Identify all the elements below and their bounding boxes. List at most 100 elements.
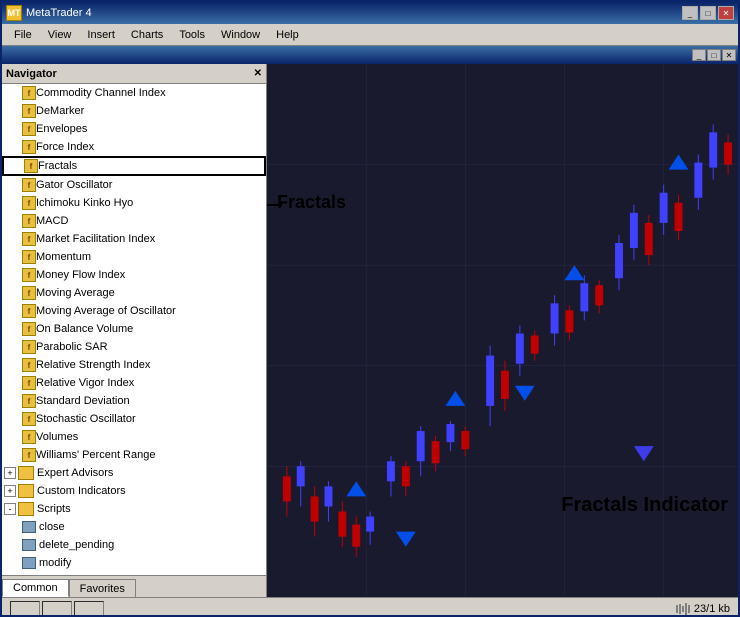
indicator-label: Money Flow Index xyxy=(36,269,125,281)
indicator-icon: f xyxy=(24,159,38,173)
menu-insert[interactable]: Insert xyxy=(79,27,123,43)
folder-icon xyxy=(18,484,34,498)
minimize-button[interactable]: _ xyxy=(682,6,698,20)
list-item[interactable]: f Commodity Channel Index xyxy=(2,84,266,102)
indicator-icon: f xyxy=(22,340,36,354)
list-item[interactable]: f MACD xyxy=(2,212,266,230)
list-item[interactable]: f Force Index xyxy=(2,138,266,156)
indicator-label: Force Index xyxy=(36,141,94,153)
fractals-item[interactable]: f Fractals xyxy=(2,156,266,176)
close-button[interactable]: ✕ xyxy=(718,6,734,20)
list-item[interactable]: f On Balance Volume xyxy=(2,320,266,338)
list-item[interactable]: f Parabolic SAR xyxy=(2,338,266,356)
list-item[interactable]: f Market Facilitation Index xyxy=(2,230,266,248)
indicator-label: Parabolic SAR xyxy=(36,341,108,353)
list-item[interactable]: f Momentum xyxy=(2,248,266,266)
indicator-icon: f xyxy=(22,104,36,118)
script-label: delete_pending xyxy=(39,539,114,551)
chart-area[interactable]: Fractals Fractals Indicator xyxy=(267,64,738,597)
menu-bar: File View Insert Charts Tools Window Hel… xyxy=(2,24,738,46)
list-item[interactable]: f Relative Vigor Index xyxy=(2,374,266,392)
list-item[interactable]: f Moving Average of Oscillator xyxy=(2,302,266,320)
indicator-label: Moving Average xyxy=(36,287,115,299)
indicator-label: Moving Average of Oscillator xyxy=(36,305,176,317)
list-item[interactable]: f Volumes xyxy=(2,428,266,446)
menu-charts[interactable]: Charts xyxy=(123,27,171,43)
indicator-label: Envelopes xyxy=(36,123,87,135)
app-icon: MT xyxy=(6,5,22,21)
status-right: 23/1 kb xyxy=(676,603,730,615)
indicator-icon: f xyxy=(22,412,36,426)
inner-maximize[interactable]: □ xyxy=(707,49,721,61)
list-item[interactable]: f Relative Strength Index xyxy=(2,356,266,374)
indicator-icon: f xyxy=(22,86,36,100)
indicator-icon: f xyxy=(22,286,36,300)
navigator-title: Navigator xyxy=(6,68,57,80)
indicator-icon: f xyxy=(22,214,36,228)
custom-indicators-item[interactable]: + Custom Indicators xyxy=(2,482,266,500)
indicator-icon: f xyxy=(22,322,36,336)
indicator-icon: f xyxy=(22,448,36,462)
list-item[interactable]: f DeMarker xyxy=(2,102,266,120)
indicator-label: Commodity Channel Index xyxy=(36,87,166,99)
scripts-label: Scripts xyxy=(37,503,71,515)
folder-icon xyxy=(18,502,34,516)
expand-icon[interactable]: - xyxy=(4,503,16,515)
list-item[interactable]: delete_pending xyxy=(2,536,266,554)
script-icon xyxy=(22,557,36,569)
indicator-icon: f xyxy=(22,358,36,372)
menu-view[interactable]: View xyxy=(40,27,80,43)
script-icon xyxy=(22,539,36,551)
indicator-icon: f xyxy=(22,232,36,246)
indicator-label: Ichimoku Kinko Hyo xyxy=(36,197,133,209)
status-bars-icon xyxy=(676,603,690,615)
menu-file[interactable]: File xyxy=(6,27,40,43)
main-window: MT MetaTrader 4 _ □ ✕ File View Insert C… xyxy=(0,0,740,617)
scripts-item[interactable]: - Scripts xyxy=(2,500,266,518)
fractals-label: Fractals xyxy=(38,160,77,172)
list-item[interactable]: f Moving Average xyxy=(2,284,266,302)
expand-icon[interactable]: + xyxy=(4,467,16,479)
title-bar: MT MetaTrader 4 _ □ ✕ xyxy=(2,2,738,24)
indicator-icon: f xyxy=(22,196,36,210)
list-item[interactable]: f Stochastic Oscillator xyxy=(2,410,266,428)
inner-close[interactable]: ✕ xyxy=(722,49,736,61)
navigator-close-button[interactable]: ✕ xyxy=(254,68,262,79)
indicator-icon: f xyxy=(22,430,36,444)
list-item[interactable]: modify xyxy=(2,554,266,572)
navigator-tree[interactable]: f Commodity Channel Index f DeMarker f E… xyxy=(2,84,266,575)
list-item[interactable]: f Money Flow Index xyxy=(2,266,266,284)
expand-icon[interactable]: + xyxy=(4,485,16,497)
indicator-icon: f xyxy=(22,140,36,154)
expert-advisors-label: Expert Advisors xyxy=(37,467,113,479)
indicator-icon: f xyxy=(22,268,36,282)
inner-minimize[interactable]: _ xyxy=(692,49,706,61)
indicator-label: Williams' Percent Range xyxy=(36,449,155,461)
status-info: 23/1 kb xyxy=(694,603,730,615)
list-item[interactable]: f Gator Oscillator xyxy=(2,176,266,194)
menu-help[interactable]: Help xyxy=(268,27,307,43)
list-item[interactable]: f Standard Deviation xyxy=(2,392,266,410)
list-item[interactable]: f Envelopes xyxy=(2,120,266,138)
list-item[interactable]: close xyxy=(2,518,266,536)
tab-common[interactable]: Common xyxy=(2,579,69,597)
indicator-label: DeMarker xyxy=(36,105,84,117)
menu-tools[interactable]: Tools xyxy=(171,27,213,43)
list-item[interactable]: f Ichimoku Kinko Hyo xyxy=(2,194,266,212)
title-bar-left: MT MetaTrader 4 xyxy=(6,5,92,21)
custom-indicators-label: Custom Indicators xyxy=(37,485,126,497)
tab-favorites[interactable]: Favorites xyxy=(69,579,136,597)
indicator-label: Momentum xyxy=(36,251,91,263)
menu-window[interactable]: Window xyxy=(213,27,268,43)
navigator-header: Navigator ✕ xyxy=(2,64,266,84)
maximize-button[interactable]: □ xyxy=(700,6,716,20)
folder-icon xyxy=(18,466,34,480)
title-bar-controls: _ □ ✕ xyxy=(682,6,734,20)
status-segment-1 xyxy=(10,601,40,617)
indicator-label: MACD xyxy=(36,215,68,227)
expert-advisors-item[interactable]: + Expert Advisors xyxy=(2,464,266,482)
chart-fractals-label: Fractals xyxy=(277,192,346,213)
list-item[interactable]: f Williams' Percent Range xyxy=(2,446,266,464)
indicator-icon: f xyxy=(22,376,36,390)
status-bar: 23/1 kb xyxy=(2,597,738,617)
